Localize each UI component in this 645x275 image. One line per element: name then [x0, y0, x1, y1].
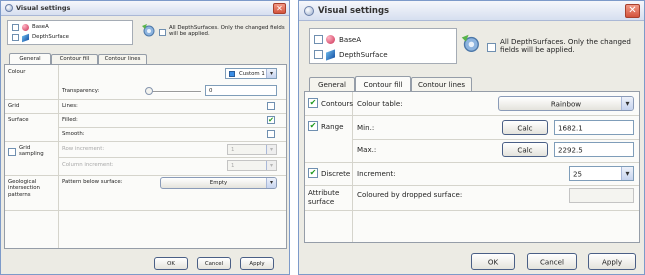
calc-max-button[interactable]: Calc [502, 142, 548, 157]
chevron-down-icon[interactable]: ▾ [266, 69, 276, 78]
cancel-button[interactable]: Cancel [527, 253, 577, 270]
tab-contour-lines[interactable]: Contour lines [98, 54, 147, 64]
tab-general[interactable]: General [309, 77, 355, 91]
dialog-title: Visual settings [318, 6, 390, 16]
settings-icon [304, 6, 314, 16]
discrete-label: Discrete [321, 169, 351, 178]
row-increment-label: Row increment: [62, 146, 105, 152]
grid-sampling-checkbox[interactable] [8, 148, 16, 156]
grid-label: Grid [8, 103, 20, 109]
increment-label: Increment: [357, 169, 396, 178]
chevron-down-icon[interactable]: ▾ [621, 97, 633, 110]
increment-combo[interactable]: 25 ▾ [569, 166, 634, 181]
contour-fill-panel: Contours Colour table: Rainbow ▾ Range M… [304, 91, 640, 243]
colour-combo[interactable]: Custom 1 ▾ [225, 68, 277, 79]
colour-swatch [229, 71, 235, 77]
coloured-by-field[interactable] [569, 188, 634, 203]
chevron-down-icon[interactable]: ▾ [621, 167, 633, 180]
settings-icon [5, 4, 13, 12]
title-bar[interactable]: Visual settings ✕ [1, 1, 289, 16]
depth-surface-icon [22, 33, 29, 43]
title-bar[interactable]: Visual settings ✕ [299, 1, 644, 21]
transparency-label: Transparency: [62, 88, 100, 94]
apply-to-all-icon [142, 24, 155, 37]
object-name: DepthSurface [339, 50, 388, 59]
object-checkbox[interactable] [314, 35, 323, 44]
tab-contour-fill[interactable]: Contour fill [355, 76, 411, 91]
grid-sampling-label: Grid sampling [19, 145, 44, 158]
apply-button[interactable]: Apply [240, 257, 274, 270]
coloured-by-label: Coloured by dropped surface: [357, 190, 463, 199]
apply-all-checkbox[interactable] [159, 29, 166, 36]
column-increment-stepper[interactable]: 1 ▾ [227, 160, 277, 171]
object-name: BaseA [339, 35, 362, 44]
object-checkbox[interactable] [314, 50, 323, 59]
tab-contour-lines[interactable]: Contour lines [411, 77, 472, 91]
tab-contour-fill[interactable]: Contour fill [51, 54, 98, 64]
basea-icon [22, 24, 29, 31]
tab-general[interactable]: General [9, 53, 51, 64]
general-panel: Colour Custom 1 ▾ Transparency: 0 Grid L… [4, 64, 287, 249]
dialog-title: Visual settings [16, 4, 71, 12]
visual-settings-dialog-contour-fill: Visual settings ✕ BaseA DepthSurface All… [298, 0, 645, 275]
surface-label: Surface [8, 117, 29, 123]
cancel-button[interactable]: Cancel [197, 257, 231, 270]
close-button[interactable]: ✕ [625, 4, 640, 18]
contours-label: Contours [321, 99, 354, 108]
ok-button[interactable]: OK [471, 253, 515, 270]
geological-label: Geological intersection patterns [8, 179, 40, 198]
spinner-icon[interactable]: ▾ [266, 161, 276, 170]
transparency-slider-thumb[interactable] [145, 87, 153, 95]
max-input[interactable]: 2292.5 [554, 142, 634, 157]
discrete-checkbox[interactable] [308, 168, 318, 178]
column-increment-label: Column increment: [62, 162, 114, 168]
apply-all-checkbox[interactable] [487, 43, 496, 52]
range-checkbox[interactable] [308, 121, 318, 131]
apply-button[interactable]: Apply [588, 253, 636, 270]
ok-button[interactable]: OK [154, 257, 188, 270]
chevron-down-icon[interactable]: ▾ [266, 178, 276, 188]
min-label: Min.: [357, 123, 375, 132]
apply-all-hint: All DepthSurfaces. Only the changed fiel… [169, 25, 285, 38]
calc-min-button[interactable]: Calc [502, 120, 548, 135]
colour-label: Colour [8, 69, 26, 75]
object-list: BaseA DepthSurface [7, 20, 133, 45]
filled-checkbox[interactable] [267, 116, 275, 124]
colour-table-combo[interactable]: Rainbow ▾ [498, 96, 634, 111]
apply-to-all-icon [461, 34, 479, 52]
pattern-label: Pattern below surface: [62, 179, 123, 185]
min-input[interactable]: 1682.1 [554, 120, 634, 135]
object-list: BaseA DepthSurface [309, 28, 457, 64]
transparency-slider[interactable] [145, 91, 201, 93]
row-increment-stepper[interactable]: 1 ▾ [227, 144, 277, 155]
depth-surface-icon [326, 49, 335, 61]
visual-settings-dialog-general: Visual settings ✕ BaseA DepthSurface All… [0, 0, 290, 275]
apply-all-hint: All DepthSurfaces. Only the changed fiel… [500, 37, 631, 55]
object-checkbox[interactable] [12, 34, 19, 41]
object-name: DepthSurface [32, 34, 69, 40]
max-label: Max.: [357, 145, 377, 154]
colour-table-label: Colour table: [357, 99, 403, 108]
contours-checkbox[interactable] [308, 98, 318, 108]
smooth-label: Smooth: [62, 131, 85, 137]
basea-icon [326, 35, 335, 44]
spinner-icon[interactable]: ▾ [266, 145, 276, 154]
smooth-checkbox[interactable] [267, 130, 275, 138]
close-button[interactable]: ✕ [273, 3, 286, 14]
attribute-surface-label: Attribute surface [308, 188, 340, 206]
pattern-combo[interactable]: Empty ▾ [160, 177, 277, 189]
object-checkbox[interactable] [12, 24, 19, 31]
range-label: Range [321, 122, 344, 131]
object-name: BaseA [32, 24, 49, 30]
transparency-input[interactable]: 0 [205, 85, 277, 96]
lines-label: Lines: [62, 103, 78, 109]
filled-label: Filled: [62, 117, 78, 123]
lines-checkbox[interactable] [267, 102, 275, 110]
